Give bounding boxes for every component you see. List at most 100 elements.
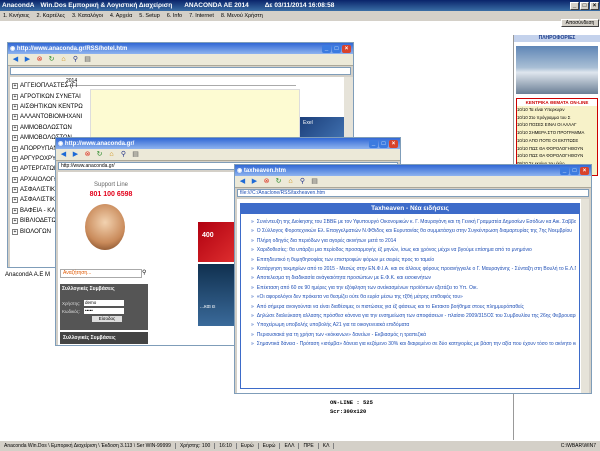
home-icon[interactable]: ⌂ [59,55,68,64]
forward-arrow-icon[interactable]: ▶ [71,150,80,159]
news-link[interactable]: Υποχείρωμη υποβολής υποβολής Α21 για τα … [251,321,576,330]
search-input[interactable]: Αναζήτηση... [60,269,142,278]
expand-icon[interactable]: + [12,83,18,90]
username-field[interactable]: demo [84,300,124,306]
news-link[interactable]: Κατάργηση τεκμηρίων από το 2015 - Μεσώς … [251,265,576,274]
menu-item[interactable]: 2. Καρτέλες [37,13,65,19]
side-news-item[interactable]: 10/10 ΣΗΜΕΡΑ ΣΤΟ ΠΡΟΓΡΑΜΜΑ [517,129,597,137]
news-link[interactable]: Σημαντικά δάνεια - Πρόταση «ισόμβα» δάνε… [251,340,576,349]
app-titlebar: AnacondA Win.Dos Εμπορική & Λογιστική Δι… [0,0,600,11]
refresh-icon[interactable]: ↻ [274,177,283,186]
vertical-scrollbar[interactable] [581,199,589,393]
promo-banner-1[interactable]: 400 [198,222,238,262]
expand-icon[interactable]: + [12,124,18,131]
globe-icon: ◉ [237,168,244,174]
menu-item[interactable]: 5. Setup [139,13,160,19]
close-button[interactable]: × [590,1,599,10]
tree-item[interactable]: + ΑΓΡΟΤΙΚΩΝ ΣΥΝΕΤΑΙ [12,91,87,101]
forward-arrow-icon[interactable]: ▶ [250,177,259,186]
address-bar[interactable] [10,67,351,75]
expand-icon[interactable]: + [12,145,18,152]
search-icon[interactable]: ⚲ [119,150,128,159]
expand-icon[interactable]: + [12,228,18,235]
news-link[interactable]: Πλήρη οδηγός δια περιόδων για αγορές ακι… [251,237,576,246]
print-icon[interactable]: ▤ [310,177,319,186]
login-button[interactable]: Είσοδος [92,316,122,322]
forward-arrow-icon[interactable]: ▶ [23,55,32,64]
back-arrow-icon[interactable]: ◀ [59,150,68,159]
minimize-button[interactable]: _ [369,139,378,148]
expand-icon[interactable]: + [12,207,18,214]
close-button[interactable]: × [580,166,589,175]
stop-icon[interactable]: ⊗ [35,55,44,64]
back-arrow-icon[interactable]: ◀ [11,55,20,64]
password-field[interactable]: ••••• [84,308,124,314]
side-news-item[interactable]: 10/10 ΠΩΣ ΘΑ ΦΟΡΟΛΟΓΗΘΟΥΝ [517,145,597,153]
expand-icon[interactable]: + [12,114,18,121]
news-link[interactable]: Περιουσιακά για τη χρήση των «κόκκινων» … [251,331,576,340]
minimize-button[interactable]: _ [322,44,331,53]
news-link[interactable]: Χαριδοθεσίες: θα υπάρξει μια περίοδος πρ… [251,246,576,255]
logout-button[interactable]: Αποσύνδεση [561,19,599,27]
refresh-icon[interactable]: ↻ [95,150,104,159]
side-news-item[interactable]: 10/10 Στο πρόγραμμα του Σ [517,114,597,122]
stop-icon[interactable]: ⊗ [262,177,271,186]
expand-icon[interactable]: + [12,135,18,142]
home-icon[interactable]: ⌂ [286,177,295,186]
news-link[interactable]: Ο Σύλλογος Φοροτεχνικών Ελ. Επαγγελματιώ… [251,227,576,236]
close-button[interactable]: × [342,44,351,53]
maximize-button[interactable]: □ [332,44,341,53]
minimize-button[interactable]: _ [560,166,569,175]
print-icon[interactable]: ▤ [83,55,92,64]
expand-icon[interactable]: + [12,176,18,183]
search-icon[interactable]: ⚲ [71,55,80,64]
news-link[interactable]: Επέκταση από 60 σε 90 ημέρες για την εξό… [251,284,576,293]
side-news-item[interactable]: 10/10 ΠΟΣΕΣ ΕΙΝΑΙ ΟΙ ΑΛΛΑΓ [517,121,597,129]
menu-item[interactable]: 1. Κινήσεις [3,13,30,19]
expand-icon[interactable]: + [12,155,18,162]
news-link[interactable]: Από σήμερα ανοιγούνται να είναι διαθέσιμ… [251,303,576,312]
tree-item[interactable]: + ΑΜΜΟΒΟΛΩΣΤΩΝ [12,123,87,133]
search-icon[interactable]: ⚲ [298,177,307,186]
minimize-button[interactable]: _ [570,1,579,10]
tree-item[interactable]: + ΑΓΓΕΙΟΠΛΑΣΤΕΣ (ΓΙ [12,81,87,91]
tree-item[interactable]: + ΑΛΛΑΝΤΟΒΙΟΜΗΧΑΝΙ [12,112,87,122]
print-icon[interactable]: ▤ [131,150,140,159]
side-news-item[interactable]: 10/10 ΑΠΟ ΠΟΤΕ ΟΙ ΕΚΠΤΩΣΕ [517,137,597,145]
news-link[interactable]: Αποτελεσμα τη διαδικασία ανάγκαιότητα πρ… [251,274,576,283]
taxheaven-window[interactable]: ◉ taxheaven.htm _ □ × ◀ ▶ ⊗ ↻ ⌂ ⚲ ▤ file… [234,164,592,394]
menu-item[interactable]: 3. Καταλόγοι [72,13,103,19]
news-link[interactable]: «Οι αφορολόγοι δεν πρόκειτα να θεσμίζει … [251,293,576,302]
menu-item[interactable]: 6. Info [167,13,182,19]
maximize-button[interactable]: □ [379,139,388,148]
expand-icon[interactable]: + [12,166,18,173]
back-arrow-icon[interactable]: ◀ [238,177,247,186]
menu-item[interactable]: 8. Μενού Χρήστη [221,13,263,19]
news-link[interactable]: Δηλώσε διαλεύκαση αλλασης πρόσθεσ κάνονα… [251,312,576,321]
news-link[interactable]: Συνέντευξη της Διοίκησης του ΣΒΒΕ με τον… [251,218,576,227]
stop-icon[interactable]: ⊗ [83,150,92,159]
search-icon[interactable]: ⚲ [142,269,150,278]
maximize-button[interactable]: □ [570,166,579,175]
promo-banner-2[interactable]: ...και ει [198,264,238,326]
maximize-button[interactable]: □ [580,1,589,10]
side-news-item[interactable]: 10/10 Τα είναι Υπερκυριν [517,106,597,114]
home-icon[interactable]: ⌂ [107,150,116,159]
refresh-icon[interactable]: ↻ [47,55,56,64]
expand-icon[interactable]: + [12,218,18,225]
expand-icon[interactable]: + [12,93,18,100]
side-news-item[interactable]: 10/10 ΠΩΣ ΘΑ ΦΟΡΟΛΟΓΗΘΟΥΝ [517,152,597,160]
news-heading: Taxheaven - Νέα ειδήσεις [241,204,579,214]
menu-item[interactable]: 4. Αρχεία [110,13,132,19]
rss-hotel-titlebar[interactable]: ◉ http://www.anaconda.gr/RSS/hotel.htm _… [8,43,353,54]
news-link[interactable]: Επιτηδευτικό η θυμηθησοφίας των επιστροφ… [251,256,576,265]
menu-item[interactable]: 7. Internet [189,13,214,19]
expand-icon[interactable]: + [12,103,18,110]
taxheaven-titlebar[interactable]: ◉ taxheaven.htm _ □ × [235,165,591,176]
tree-item[interactable]: + ΑΙΣΘΗΤΙΚΩΝ ΚΕΝΤΡΩ [12,102,87,112]
address-bar[interactable]: file:///C:/Anaclone/RSS/taxheaven.htm [237,189,589,197]
expand-icon[interactable]: + [12,197,18,204]
anaconda-site-titlebar[interactable]: ◉ http://www.anaconda.gr/ _ □ × [56,138,400,149]
expand-icon[interactable]: + [12,187,18,194]
close-button[interactable]: × [389,139,398,148]
